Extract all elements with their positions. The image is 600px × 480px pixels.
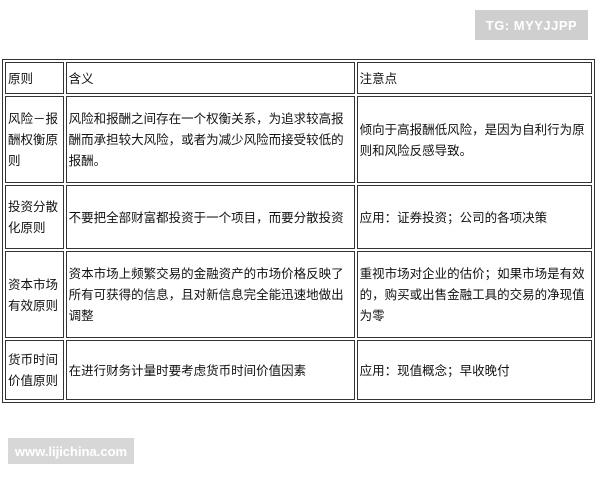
table-row: 货币时间价值原则 在进行财务计量时要考虑货币时间价值因素 应用：现值概念；早收晚… [5,340,592,400]
cell-meaning: 资本市场上频繁交易的金融资产的市场价格反映了所有可获得的信息，且对新信息完全能迅… [65,251,355,338]
cell-meaning: 在进行财务计量时要考虑货币时间价值因素 [65,340,355,400]
header-meaning: 含义 [65,62,355,94]
watermark-badge-bottom: www.lijichina.com [8,438,134,464]
table-row: 投资分散化原则 不要把全部财富都投资于一个项目，而要分散投资 应用：证券投资；公… [5,185,592,249]
table-row: 风险－报酬权衡原则 风险和报酬之间存在一个权衡关系，为追求较高报酬而承担较大风险… [5,96,592,183]
cell-principle: 货币时间价值原则 [5,340,64,400]
cell-notes: 重视市场对企业的估价；如果市场是有效的，购买或出售金融工具的交易的净现值为零 [356,251,592,338]
table-row: 资本市场有效原则 资本市场上频繁交易的金融资产的市场价格反映了所有可获得的信息，… [5,251,592,338]
cell-notes: 应用：证券投资；公司的各项决策 [356,185,592,249]
cell-principle: 资本市场有效原则 [5,251,64,338]
principles-table: 原则 含义 注意点 风险－报酬权衡原则 风险和报酬之间存在一个权衡关系，为追求较… [2,59,595,403]
cell-notes: 倾向于高报酬低风险，是因为自利行为原则和风险反感导致。 [356,96,592,183]
cell-meaning: 不要把全部财富都投资于一个项目，而要分散投资 [65,185,355,249]
table-header-row: 原则 含义 注意点 [5,62,592,94]
page: TG: MYYJJPP 原则 含义 注意点 风险－报酬权衡原则 风险和报酬之间存… [0,0,600,480]
cell-principle: 投资分散化原则 [5,185,64,249]
cell-meaning: 风险和报酬之间存在一个权衡关系，为追求较高报酬而承担较大风险，或者为减少风险而接… [65,96,355,183]
header-principle: 原则 [5,62,64,94]
header-notes: 注意点 [356,62,592,94]
cell-principle: 风险－报酬权衡原则 [5,96,64,183]
watermark-badge-top: TG: MYYJJPP [475,10,588,40]
cell-notes: 应用：现值概念；早收晚付 [356,340,592,400]
